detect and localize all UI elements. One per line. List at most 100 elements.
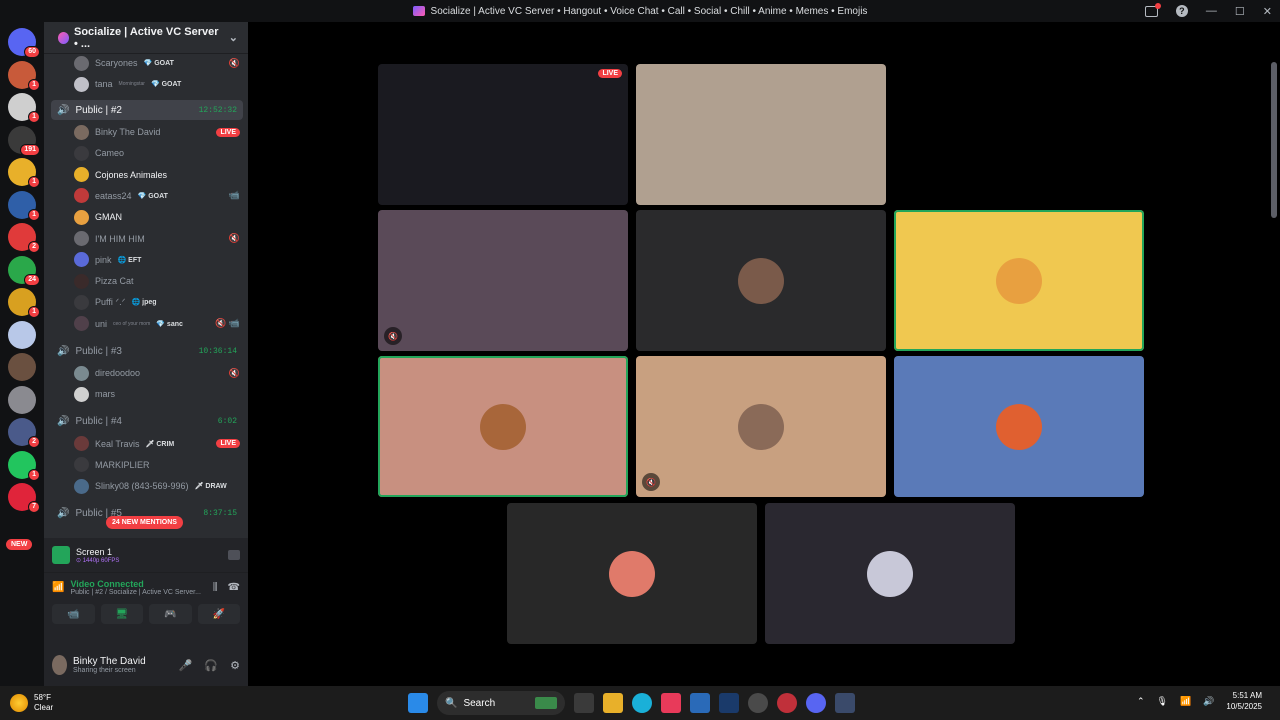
server-icon[interactable]: 24 bbox=[8, 255, 40, 286]
taskbar-search[interactable]: 🔍 Search bbox=[437, 691, 565, 715]
live-badge: LIVE bbox=[598, 69, 622, 78]
server-icon[interactable]: 1 bbox=[8, 158, 40, 188]
server-icon[interactable]: 1 bbox=[8, 288, 40, 318]
mic-icon[interactable]: 🎤 bbox=[179, 659, 193, 672]
help-icon[interactable]: ? bbox=[1175, 5, 1188, 17]
voice-channel[interactable]: 🔊 Public | #3 10:36:14 bbox=[51, 341, 243, 361]
steam-icon[interactable] bbox=[719, 693, 739, 713]
avatar[interactable] bbox=[52, 655, 67, 675]
voice-channel[interactable]: 🔊 Public | #4 6:02 bbox=[51, 412, 243, 432]
discord-icon[interactable] bbox=[806, 693, 826, 713]
server-icon[interactable]: 2 bbox=[8, 223, 40, 253]
signal-icon[interactable]: 📶 bbox=[52, 582, 64, 593]
server-icon[interactable] bbox=[8, 320, 36, 349]
activity-button[interactable]: 🎮 bbox=[149, 604, 192, 624]
close-button[interactable]: ✕ bbox=[1263, 5, 1272, 18]
voice-user[interactable]: Puffi ᐟ.ᐟ 🌐 jpeg bbox=[74, 293, 240, 311]
video-tile-avatar-selfie[interactable]: 🔇 bbox=[636, 356, 886, 497]
server-icon[interactable]: 191 bbox=[8, 125, 40, 156]
clock[interactable]: 5:51 AM 10/5/2025 bbox=[1226, 690, 1262, 712]
video-tile-avatar-toad[interactable] bbox=[378, 356, 628, 497]
video-tile-screen-share[interactable]: LIVE bbox=[378, 64, 628, 205]
server-icon[interactable]: 1 bbox=[8, 190, 40, 221]
server-icon[interactable]: 1 bbox=[8, 450, 40, 481]
voice-user[interactable]: mars bbox=[74, 385, 240, 403]
server-icon[interactable]: 60 bbox=[8, 28, 40, 58]
live-badge: LIVE bbox=[216, 127, 240, 137]
wifi-icon[interactable]: 📶 bbox=[1180, 696, 1191, 707]
server-icon[interactable]: 2 bbox=[8, 418, 40, 448]
volume-icon[interactable]: 🔊 bbox=[1203, 696, 1214, 707]
new-mentions-pill[interactable]: 24 NEW MENTIONS bbox=[106, 516, 183, 529]
app-icon[interactable] bbox=[835, 693, 855, 713]
mic-tray-icon[interactable]: 🎙 bbox=[1157, 696, 1168, 707]
inbox-icon[interactable] bbox=[1144, 2, 1161, 17]
voice-user[interactable]: pink 🌐 EFT bbox=[74, 251, 240, 269]
video-tile-webcam-woman[interactable]: 🔇 bbox=[378, 210, 628, 351]
voice-channel[interactable]: 🔊 Public | #2 12:52:32 bbox=[51, 100, 243, 120]
screen-title: Screen 1 bbox=[76, 546, 113, 557]
voice-user[interactable]: Binky The David LIVE bbox=[74, 123, 240, 141]
opera-icon[interactable] bbox=[777, 693, 797, 713]
video-tile-avatar-sonny[interactable] bbox=[894, 356, 1144, 497]
soundboard-button[interactable]: 🚀 bbox=[197, 604, 240, 624]
voice-user[interactable]: MARKIPLIER bbox=[74, 456, 240, 474]
new-pill[interactable]: NEW bbox=[6, 539, 33, 550]
voice-user-name: I'M HIM HIM bbox=[95, 233, 145, 244]
file-explorer-icon[interactable] bbox=[603, 693, 623, 713]
weather-text: Clear bbox=[34, 703, 54, 712]
windows-start-icon[interactable] bbox=[408, 693, 428, 713]
obs-icon[interactable] bbox=[748, 693, 768, 713]
settings-gear-icon[interactable]: ⚙ bbox=[230, 659, 240, 672]
voice-user-name: uni bbox=[95, 318, 108, 329]
maximize-button[interactable]: ☐ bbox=[1235, 5, 1245, 18]
server-header[interactable]: Socialize | Active VC Server • ... ⌄ bbox=[44, 22, 248, 54]
edge-icon[interactable] bbox=[632, 693, 652, 713]
noise-suppression-icon[interactable]: ⫼ bbox=[213, 582, 218, 593]
server-icon[interactable]: 1 bbox=[8, 60, 40, 91]
headset-icon[interactable]: 🎧 bbox=[204, 659, 218, 672]
voice-user[interactable]: GMAN bbox=[74, 208, 240, 226]
voice-channel-name: Public | #2 bbox=[75, 104, 122, 116]
task-view-icon[interactable] bbox=[574, 693, 594, 713]
stop-stream-icon[interactable] bbox=[228, 550, 240, 560]
notepad-icon[interactable] bbox=[690, 693, 710, 713]
screen-thumb[interactable] bbox=[52, 546, 70, 564]
voice-user[interactable]: Pizza Cat bbox=[74, 272, 240, 290]
camera-button[interactable]: 📹 bbox=[52, 604, 95, 624]
unread-badge: 191 bbox=[20, 143, 40, 156]
server-icon[interactable]: 1 bbox=[8, 93, 40, 123]
connection-location[interactable]: Public | #2 / Socialize | Active VC Serv… bbox=[70, 589, 200, 596]
video-tile-webcam-man[interactable] bbox=[636, 64, 886, 205]
voice-user[interactable]: Cameo bbox=[74, 144, 240, 162]
screen-share-button[interactable]: 🖥 bbox=[100, 604, 143, 624]
username: Binky The David bbox=[73, 656, 146, 667]
server-icon[interactable] bbox=[8, 353, 36, 381]
voice-user[interactable]: I'M HIM HIM 🔇 bbox=[74, 230, 240, 248]
voice-user[interactable]: uni ceo of your mom 💎 sanc 🔇 📹 bbox=[74, 315, 240, 333]
scrollbar-thumb[interactable] bbox=[1271, 62, 1277, 218]
video-tile-avatar-anime[interactable] bbox=[765, 503, 1015, 644]
voice-user[interactable]: Keal Travis 🗡 CRIM LIVE bbox=[74, 435, 240, 453]
video-tile-avatar-shirtless[interactable] bbox=[636, 210, 886, 351]
chevron-up-icon[interactable]: ⌃ bbox=[1137, 696, 1145, 707]
voice-user[interactable]: eatass24 💎 GOAT 📹 bbox=[74, 187, 240, 205]
video-tile-avatar-cartoon[interactable] bbox=[894, 210, 1144, 351]
minimize-button[interactable]: — bbox=[1206, 5, 1217, 17]
disconnect-icon[interactable]: ☎ bbox=[228, 582, 240, 593]
voice-user[interactable]: Scaryones 💎 GOAT 🔇 bbox=[74, 54, 240, 72]
voice-user[interactable]: Cojones Animales bbox=[74, 166, 240, 184]
scrollbar[interactable] bbox=[1268, 22, 1280, 686]
server-icon[interactable] bbox=[8, 385, 36, 414]
voice-channel-name: Public | #3 bbox=[75, 345, 122, 357]
server-logo-icon bbox=[58, 31, 69, 44]
channel-timer: 8:37:15 bbox=[203, 509, 237, 518]
server-icon[interactable]: 7 bbox=[8, 483, 40, 513]
voice-user[interactable]: diredoodoo 🔇 bbox=[74, 364, 240, 382]
video-tile-avatar-pizza-cat[interactable] bbox=[507, 503, 757, 644]
snipping-tool-icon[interactable] bbox=[661, 693, 681, 713]
video-tile-dashcam[interactable] bbox=[894, 64, 1144, 205]
voice-user[interactable]: Slinky08 (843-569-996) 🗡 DRAW bbox=[74, 477, 240, 495]
weather-widget[interactable]: 58°F Clear bbox=[10, 693, 53, 713]
voice-user[interactable]: tana Morningstar 💎 GOAT bbox=[74, 75, 240, 93]
